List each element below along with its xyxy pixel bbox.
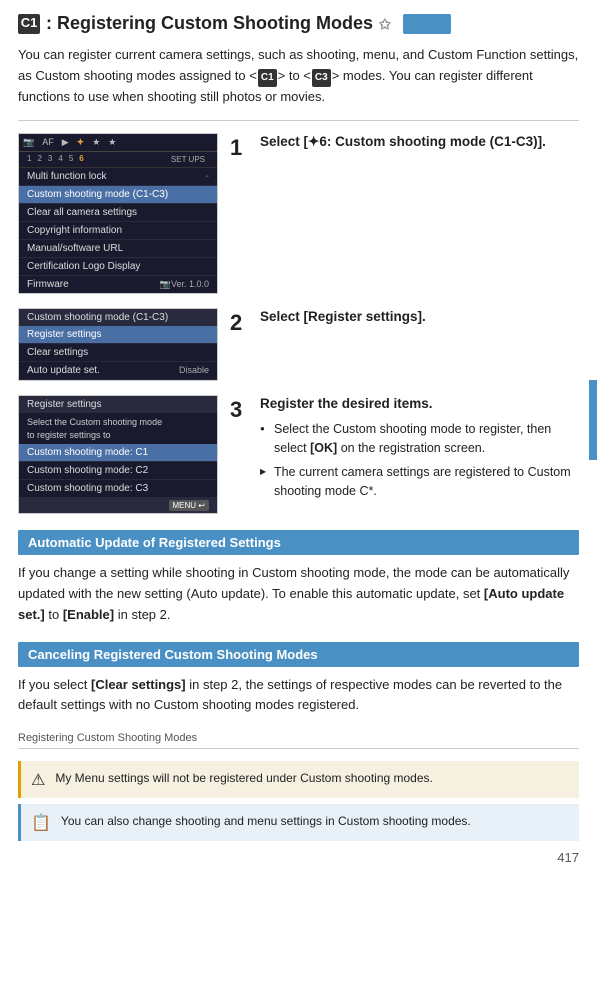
cam-s2-item-register[interactable]: Register settings — [19, 326, 217, 344]
c3-inline-icon: C3 — [312, 69, 331, 87]
cam-tab-numbers: 1 2 3 4 5 6 SET UPS — [19, 152, 217, 168]
step-1-title: Select [✦6: Custom shooting mode (C1-C3)… — [260, 133, 579, 152]
cam-num-2: 2 — [37, 154, 41, 165]
star-icon: ✩ — [379, 15, 391, 33]
step-2-row: Custom shooting mode (C1-C3) Register se… — [18, 308, 579, 381]
right-edge-bar — [589, 380, 597, 460]
step-3-bullet-2: The current camera settings are register… — [260, 463, 579, 502]
step-1-number: 1 — [230, 135, 248, 161]
blue-accent-rect — [403, 14, 451, 34]
cam-icon-star2: ★ — [108, 137, 116, 148]
cam-item-cert-logo: Certification Logo Display — [19, 258, 217, 276]
step-3-desc: Select the Custom shooting mode to regis… — [260, 420, 579, 502]
cam-item-manual-url: Manual/software URL — [19, 240, 217, 258]
step-3-number: 3 — [230, 397, 248, 423]
auto-update-section: Automatic Update of Registered Settings … — [18, 530, 579, 625]
cam-num-6: 6 — [79, 154, 83, 165]
step-2-title: Select [Register settings]. — [260, 308, 579, 327]
cam-s3-header: Register settings — [19, 396, 217, 413]
cam-item-multifunction: Multi function lock - — [19, 168, 217, 186]
note-section: ⚠ My Menu settings will not be registere… — [18, 761, 579, 841]
cam-num-5: 5 — [69, 154, 73, 165]
cam-s2-item-clear: Clear settings — [19, 344, 217, 362]
cam-setup-label: SET UPS — [167, 154, 209, 165]
step-2-image: Custom shooting mode (C1-C3) Register se… — [18, 308, 218, 381]
breadcrumb: Registering Custom Shooting Modes — [18, 732, 579, 749]
cam-icon-wrench: ✦ — [77, 137, 85, 148]
auto-update-text: If you change a setting while shooting i… — [18, 563, 579, 625]
page-container: C1 : Registering Custom Shooting Modes ✩… — [0, 0, 597, 877]
cam-item-clear-all: Clear all camera settings — [19, 204, 217, 222]
cam-s3-menubar: MENU ↩ — [19, 498, 217, 513]
info-icon: 📋 — [31, 813, 51, 833]
cam-tab-icons: 📷 AF ▶ ✦ ★ ★ — [19, 134, 217, 152]
cam-s3-subdesc: Select the Custom shooting modeto regist… — [19, 413, 217, 444]
cam-item-copyright: Copyright information — [19, 222, 217, 240]
page-title: C1 : Registering Custom Shooting Modes ✩ — [18, 12, 579, 35]
firmware-label: Firmware — [27, 279, 69, 290]
warning-icon: ⚠ — [31, 770, 45, 790]
cam-menu-items: Multi function lock - Custom shooting mo… — [19, 168, 217, 293]
title-divider — [18, 120, 579, 121]
cam-icon-play: ▶ — [62, 137, 69, 148]
c1-inline-icon: C1 — [258, 69, 277, 87]
step-3-content: Register the desired items. Select the C… — [260, 395, 579, 505]
cam-screen2-header: Custom shooting mode (C1-C3) — [19, 309, 217, 326]
step-1-content: Select [✦6: Custom shooting mode (C1-C3)… — [260, 133, 579, 158]
note-warning-text: My Menu settings will not be registered … — [55, 769, 433, 787]
cam-s3-mode-c2: Custom shooting mode: C2 — [19, 462, 217, 480]
cam-icon-photo: 📷 — [23, 137, 34, 148]
page-number: 417 — [557, 850, 579, 865]
canceling-section: Canceling Registered Custom Shooting Mod… — [18, 642, 579, 717]
step-3-bullet-1: Select the Custom shooting mode to regis… — [260, 420, 579, 459]
note-info-text: You can also change shooting and menu se… — [61, 812, 471, 830]
note-warning-box: ⚠ My Menu settings will not be registere… — [18, 761, 579, 798]
cam-num-4: 4 — [58, 154, 62, 165]
cam-icon-af: AF — [42, 137, 54, 147]
cam-num-3: 3 — [48, 154, 52, 165]
title-text: : Registering Custom Shooting Modes — [46, 12, 373, 35]
step-3-row: Register settings Select the Custom shoo… — [18, 395, 579, 514]
cam-num-1: 1 — [27, 154, 31, 165]
cam-s3-mode-c3: Custom shooting mode: C3 — [19, 480, 217, 498]
cam-item-firmware: Firmware 📷Ver. 1.0.0 — [19, 276, 217, 293]
cam-menu-button[interactable]: MENU ↩ — [169, 500, 209, 511]
step-1-row: 📷 AF ▶ ✦ ★ ★ 1 2 3 4 5 6 SET UPS — [18, 133, 579, 294]
cam-icon-star1: ★ — [92, 137, 100, 148]
firmware-version: 📷Ver. 1.0.0 — [160, 279, 209, 290]
step-3-title: Register the desired items. — [260, 395, 579, 414]
auto-update-header: Automatic Update of Registered Settings — [18, 530, 579, 555]
cam-s2-item-autoupdate: Auto update set. Disable — [19, 362, 217, 380]
steps-area: 📷 AF ▶ ✦ ★ ★ 1 2 3 4 5 6 SET UPS — [18, 133, 579, 514]
canceling-text: If you select [Clear settings] in step 2… — [18, 675, 579, 717]
step-2-content: Select [Register settings]. — [260, 308, 579, 333]
step-2-number: 2 — [230, 310, 248, 336]
step-1-image: 📷 AF ▶ ✦ ★ ★ 1 2 3 4 5 6 SET UPS — [18, 133, 218, 294]
note-info-box: 📋 You can also change shooting and menu … — [18, 804, 579, 841]
c1-mode-icon: C1 — [18, 14, 40, 34]
step-3-image: Register settings Select the Custom shoo… — [18, 395, 218, 514]
cam-s3-mode-c1[interactable]: Custom shooting mode: C1 — [19, 444, 217, 462]
intro-paragraph: You can register current camera settings… — [18, 45, 579, 108]
canceling-header: Canceling Registered Custom Shooting Mod… — [18, 642, 579, 667]
cam-item-custom-mode[interactable]: Custom shooting mode (C1-C3) — [19, 186, 217, 204]
